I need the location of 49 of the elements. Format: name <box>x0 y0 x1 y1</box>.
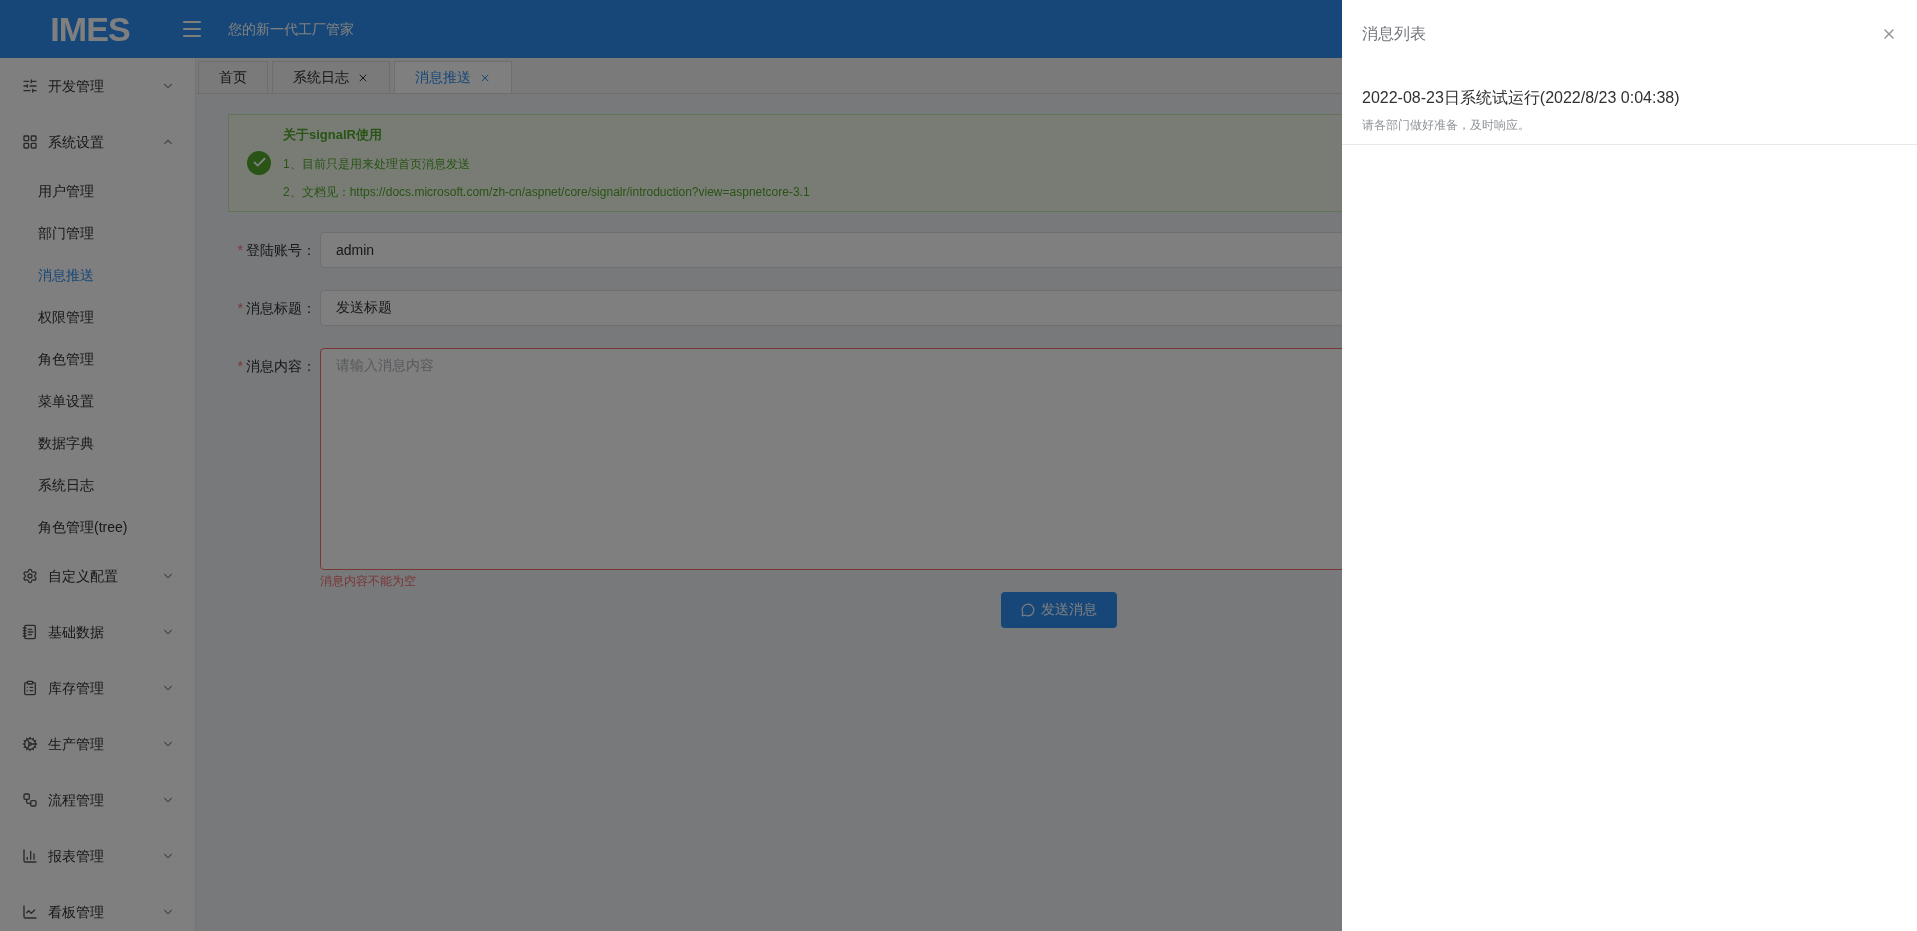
message-icon <box>1021 602 1035 617</box>
sidebar-group[interactable]: 系统设置 <box>0 114 195 170</box>
sidebar-group[interactable]: 自定义配置 <box>0 548 195 604</box>
sidebar-item[interactable]: 角色管理 <box>0 338 195 380</box>
sidebar-group[interactable]: 库存管理 <box>0 660 195 716</box>
sidebar-item[interactable]: 数据字典 <box>0 422 195 464</box>
check-icon <box>247 150 271 175</box>
group-icon <box>22 904 38 920</box>
sidebar-item[interactable]: 部门管理 <box>0 212 195 254</box>
message-title: 2022-08-23日系统试运行(2022/8/23 0:04:38) <box>1362 88 1681 108</box>
send-button[interactable]: 发送消息 <box>1001 591 1117 628</box>
message-body: 请各部门做好准备，及时响应。 <box>1362 117 1531 134</box>
sidebar-group[interactable]: 看板管理 <box>0 884 195 931</box>
sidebar-item[interactable]: 系统日志 <box>0 464 195 506</box>
group-icon <box>22 568 38 584</box>
sidebar-item[interactable]: 角色管理(tree) <box>0 506 195 548</box>
drawer-title: 消息列表 <box>1362 24 1426 44</box>
sidebar-group[interactable]: 报表管理 <box>0 828 195 884</box>
field-label: 消息标题： <box>246 298 316 318</box>
tagline: 您的新一代工厂管家 <box>228 19 354 39</box>
field-label: 登陆账号： <box>246 240 316 260</box>
field-label: 消息内容： <box>246 356 316 376</box>
required-mark: * <box>237 356 243 376</box>
sidebar-item[interactable]: 权限管理 <box>0 296 195 338</box>
page-tab[interactable]: 首页 <box>198 61 268 93</box>
required-mark: * <box>237 298 243 318</box>
alert-title: 关于signalR使用 <box>283 126 383 144</box>
sidebar-item[interactable]: 菜单设置 <box>0 380 195 422</box>
sidebar-group[interactable]: 流程管理 <box>0 772 195 828</box>
error-message: 消息内容不能为空 <box>320 572 416 590</box>
logo: IMES <box>50 8 130 50</box>
page-tab[interactable]: 系统日志 <box>272 61 390 93</box>
sidebar-item[interactable]: 消息推送 <box>0 254 195 296</box>
sidebar-item[interactable]: 用户管理 <box>0 170 195 212</box>
alert-line: 1、目前只是用来处理首页消息发送 <box>283 155 471 173</box>
page-tab[interactable]: 消息推送 <box>394 61 512 93</box>
sidebar-group[interactable]: 开发管理 <box>0 58 195 114</box>
group-icon <box>22 792 38 808</box>
group-icon <box>22 736 38 752</box>
group-icon <box>22 680 38 696</box>
group-icon <box>22 78 38 94</box>
required-mark: * <box>237 240 243 260</box>
sidebar-group[interactable]: 基础数据 <box>0 604 195 660</box>
group-icon <box>22 134 38 150</box>
group-icon <box>22 848 38 864</box>
message-item[interactable]: 2022-08-23日系统试运行(2022/8/23 0:04:38) 请各部门做好准备，及时响应。 <box>1342 86 1917 145</box>
group-icon <box>22 624 38 640</box>
alert-line: 2、文档见：https://docs.microsoft.com/zh-cn/aspnet/core/signalr/introduction?view=aspnetcore-3.1 <box>283 183 810 201</box>
sidebar-group[interactable]: 生产管理 <box>0 716 195 772</box>
